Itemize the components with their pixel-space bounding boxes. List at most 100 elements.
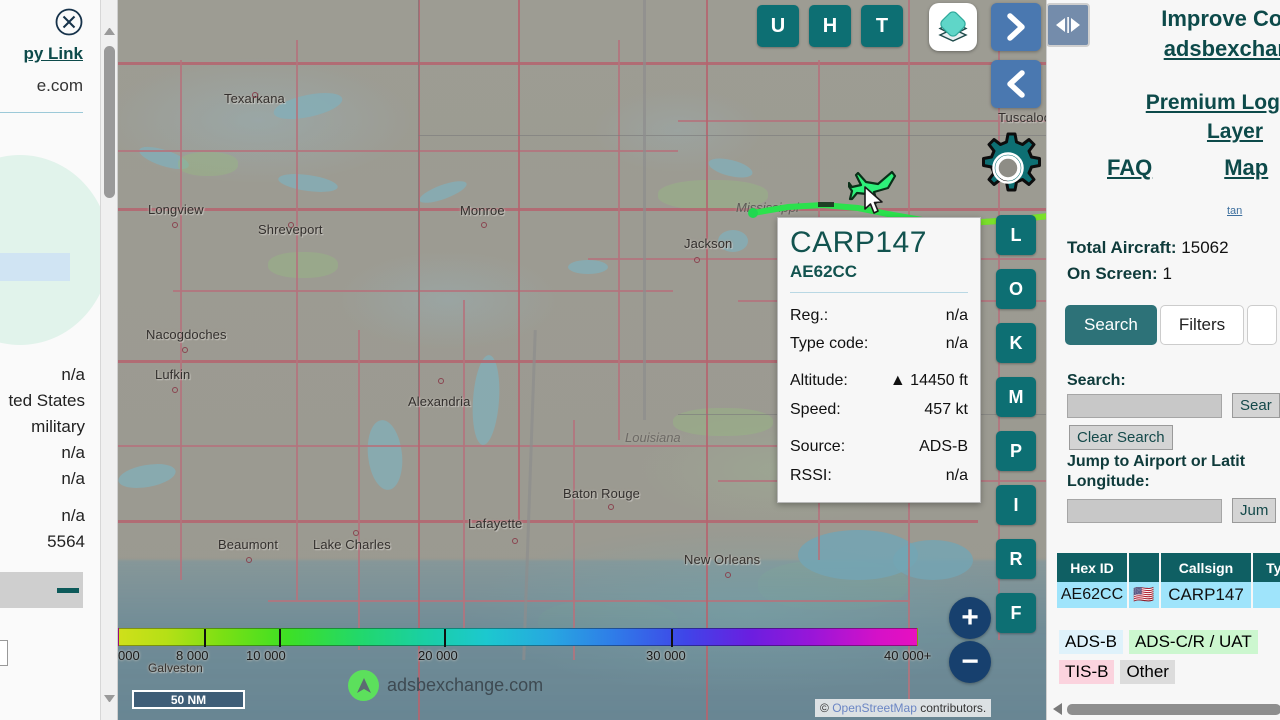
premium-login-link[interactable]: Premium Login: n <box>1146 91 1280 114</box>
table-header-type[interactable]: Typ <box>1253 553 1280 582</box>
left-panel-values: n/a ted States military n/a n/a n/a 5564 <box>8 362 85 555</box>
sidebar-horizontal-scrollbar[interactable] <box>1053 702 1280 716</box>
clear-search-button[interactable]: Clear Search <box>1069 425 1173 450</box>
popup-value-altitude: ▲ 14450 ft <box>889 372 968 390</box>
jump-button[interactable]: Jum <box>1232 498 1277 523</box>
scroll-left-arrow-icon[interactable] <box>1053 703 1062 715</box>
scroll-down-arrow-icon[interactable] <box>104 695 115 702</box>
close-icon[interactable] <box>55 8 83 36</box>
legend-adsb[interactable]: ADS-B <box>1059 630 1123 654</box>
total-aircraft-label: Total Aircraft: <box>1067 238 1177 257</box>
map-button-k[interactable]: K <box>996 323 1036 363</box>
jump-input[interactable] <box>1067 499 1222 523</box>
table-cell-flag[interactable]: 🇺🇸 <box>1129 582 1161 608</box>
tab-filters[interactable]: Filters <box>1159 305 1245 345</box>
layers-icon <box>938 11 968 42</box>
attribution-suffix: contributors. <box>916 701 987 715</box>
on-screen-label: On Screen: <box>1067 264 1158 284</box>
mouse-cursor <box>864 186 883 214</box>
total-aircraft-value: 15062 <box>1181 238 1229 257</box>
popup-value-rssi: n/a <box>945 466 968 484</box>
layers-button[interactable] <box>929 3 977 51</box>
city-label-lake-charles: Lake Charles <box>313 537 391 552</box>
openstreetmap-link[interactable]: OpenStreetMap <box>832 701 917 715</box>
map-link[interactable]: Map <box>1224 155 1268 180</box>
scroll-up-arrow-icon[interactable] <box>104 28 115 35</box>
city-label-beaumont: Beaumont <box>218 537 279 552</box>
city-label-monroe: Monroe <box>460 203 505 218</box>
attribution-prefix: © <box>820 701 833 715</box>
on-screen-value: 1 <box>1162 264 1172 284</box>
map-button-h[interactable]: H <box>809 5 851 47</box>
on-screen-row: On Screen: 1 <box>1067 261 1229 287</box>
legend-tisb[interactable]: TIS-B <box>1059 660 1115 684</box>
aircraft-info-popup[interactable]: CARP147 AE62CC Reg.: n/a Type code: n/a … <box>777 217 981 504</box>
altitude-label-0: 000 <box>118 648 140 663</box>
right-sidebar[interactable]: Improve Cove adsbexchang Premium Login: … <box>1046 0 1280 720</box>
popup-row-rssi: RSSI: n/a <box>790 462 968 490</box>
zoom-out-button[interactable]: − <box>949 641 991 683</box>
search-button[interactable]: Sear <box>1232 393 1280 418</box>
city-label-new-orleans: New Orleans <box>684 552 761 567</box>
legend-other[interactable]: Other <box>1120 660 1175 684</box>
table-cell-callsign[interactable]: CARP147 <box>1161 582 1253 608</box>
table-header-flag[interactable] <box>1129 553 1161 582</box>
sidebar-small-link[interactable]: tan <box>1227 205 1242 217</box>
map-button-f[interactable]: F <box>996 593 1036 633</box>
left-panel-scrollbar[interactable] <box>100 0 117 720</box>
popup-value-reg: n/a <box>945 306 968 324</box>
table-header-callsign[interactable]: Callsign <box>1161 553 1253 582</box>
altitude-label-10000: 10 000 <box>246 648 286 663</box>
settings-button[interactable] <box>972 130 1044 202</box>
left-panel-input[interactable] <box>0 640 8 666</box>
table-header-hex-id[interactable]: Hex ID <box>1057 553 1129 582</box>
left-panel-value-1: ted States <box>8 391 85 410</box>
map-button-u[interactable]: U <box>757 5 799 47</box>
left-panel-decoration-2 <box>0 253 70 281</box>
sidebar-expand-button[interactable] <box>991 3 1041 51</box>
map-button-o[interactable]: O <box>996 269 1036 309</box>
legend-adsc-uat[interactable]: ADS-C/R / UAT <box>1128 630 1258 654</box>
left-panel-value-0: n/a <box>61 365 85 384</box>
chevron-right-icon <box>1007 13 1025 41</box>
map-vegetation <box>268 252 338 278</box>
sidebar-faq-row: FAQ Map <box>1107 155 1280 181</box>
left-panel-value-3: n/a <box>61 443 85 462</box>
map-side-button-column: L O K M P I R F <box>996 215 1036 647</box>
adsbexchange-link[interactable]: adsbexchang <box>1164 36 1280 61</box>
map-button-r[interactable]: R <box>996 539 1036 579</box>
left-panel-value-4: n/a <box>61 469 85 488</box>
left-detail-panel[interactable]: py Link e.com n/a ted States military n/… <box>0 0 118 720</box>
sidebar-collapse-button[interactable] <box>991 60 1041 108</box>
map-button-t[interactable]: T <box>861 5 903 47</box>
map-button-p[interactable]: P <box>996 431 1036 471</box>
popup-label-altitude: Altitude: <box>790 372 848 390</box>
popup-value-source: ADS-B <box>919 438 968 456</box>
aircraft-table: Hex ID AE62CC 🇺🇸 Callsign CARP147 Typ <box>1057 553 1280 608</box>
table-cell-hex-id[interactable]: AE62CC <box>1057 582 1129 608</box>
altitude-label-40000: 40 000+ <box>884 648 932 663</box>
horizontal-scrollbar-thumb[interactable] <box>1067 703 1280 715</box>
search-input[interactable] <box>1067 394 1222 418</box>
sidebar-toggle-button[interactable] <box>1046 3 1090 47</box>
zoom-in-button[interactable]: + <box>949 597 991 639</box>
tab-search[interactable]: Search <box>1065 305 1157 345</box>
map-button-i[interactable]: I <box>996 485 1036 525</box>
source-legend: ADS-B ADS-C/R / UAT TIS-B Other <box>1059 630 1258 690</box>
faq-link[interactable]: FAQ <box>1107 155 1152 180</box>
map-button-m[interactable]: M <box>996 377 1036 417</box>
total-aircraft-row: Total Aircraft: 15062 <box>1067 235 1229 261</box>
table-cell-type[interactable] <box>1253 582 1280 608</box>
layer-link[interactable]: Layer <box>1207 120 1263 143</box>
left-panel-value-5: n/a <box>61 506 85 525</box>
popup-value-speed: 457 kt <box>924 400 968 418</box>
map-button-l[interactable]: L <box>996 215 1036 255</box>
tab-more[interactable] <box>1247 305 1278 345</box>
map-scale-bar: 50 NM <box>132 690 245 709</box>
minus-icon <box>57 587 79 593</box>
copy-link[interactable]: py Link <box>23 44 83 64</box>
map-water <box>568 260 608 274</box>
scrollbar-thumb[interactable] <box>104 46 115 198</box>
osm-attribution: © OpenStreetMap contributors. <box>815 699 992 717</box>
left-panel-gray-row[interactable] <box>0 572 83 608</box>
